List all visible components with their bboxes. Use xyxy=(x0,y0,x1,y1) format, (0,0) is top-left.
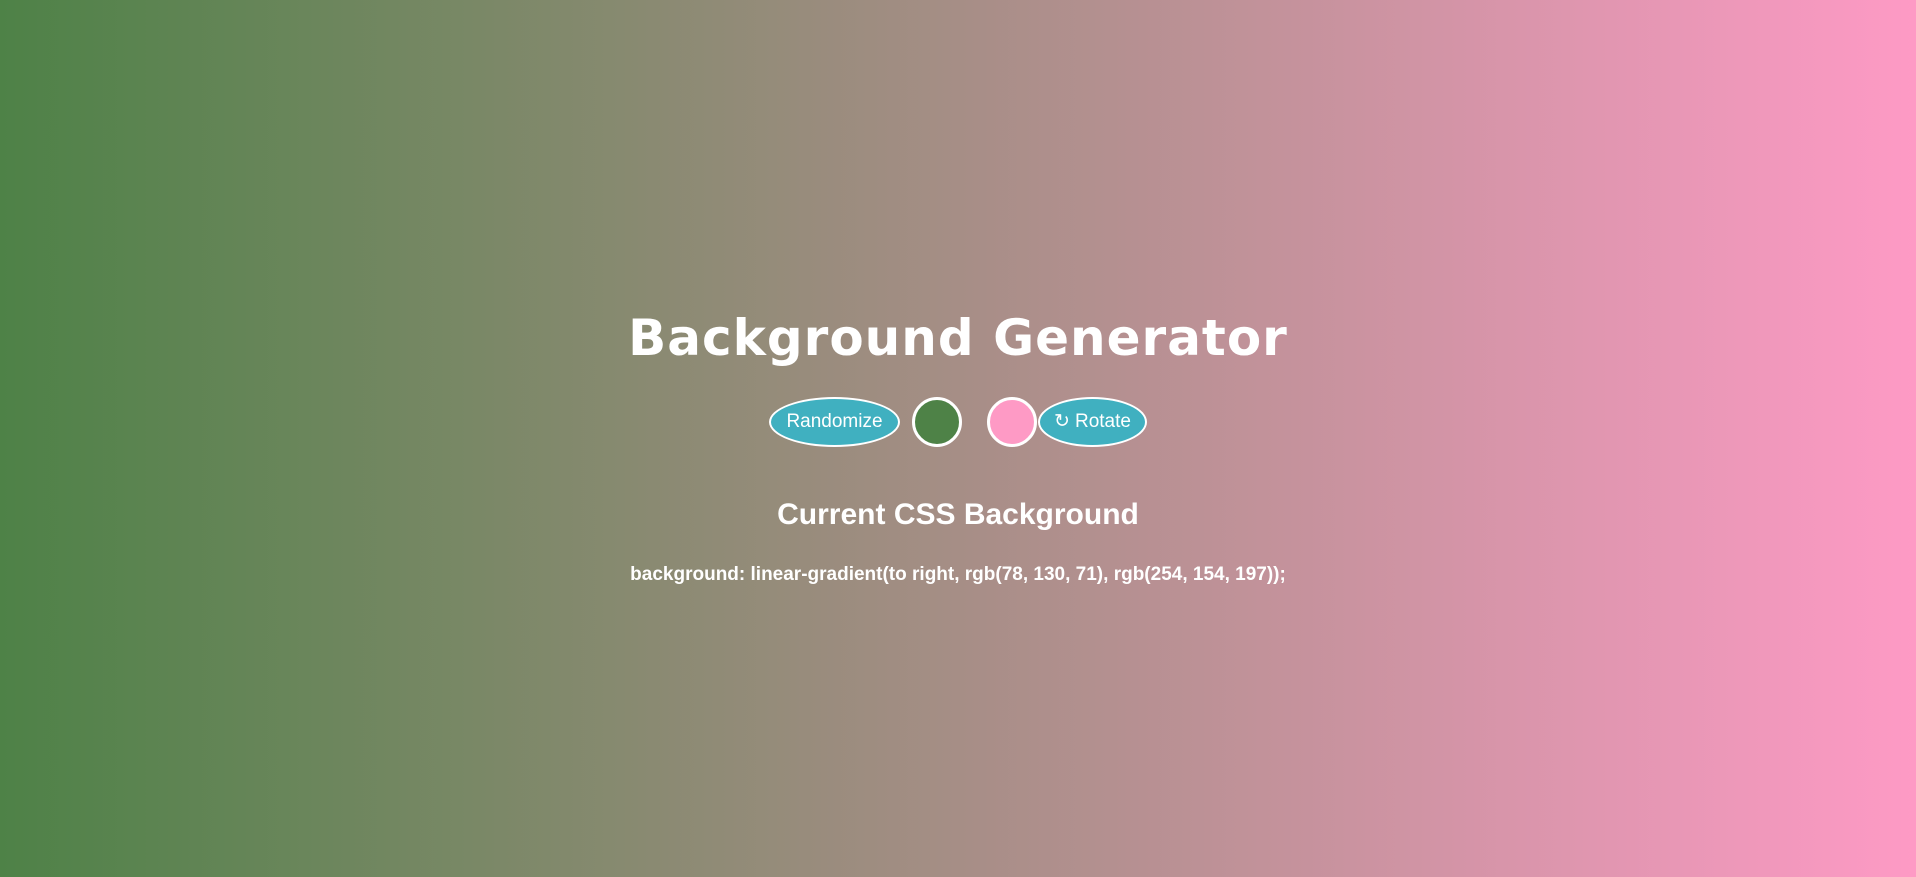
rotate-button-label: Rotate xyxy=(1074,411,1131,432)
randomize-button[interactable]: Randomize xyxy=(769,397,900,447)
color-picker-1[interactable] xyxy=(912,397,962,447)
page-background: Background Generator Randomize ↻ Rotate … xyxy=(0,0,1916,877)
controls-row: Randomize ↻ Rotate xyxy=(0,397,1916,447)
page-title: Background Generator xyxy=(628,309,1288,367)
css-output-heading: Current CSS Background xyxy=(777,498,1139,531)
rotate-button[interactable]: ↻ Rotate xyxy=(1038,397,1147,447)
css-output-text: background: linear-gradient(to right, rg… xyxy=(630,564,1286,585)
rotate-icon: ↻ xyxy=(1054,411,1070,432)
color-picker-2[interactable] xyxy=(987,397,1037,447)
